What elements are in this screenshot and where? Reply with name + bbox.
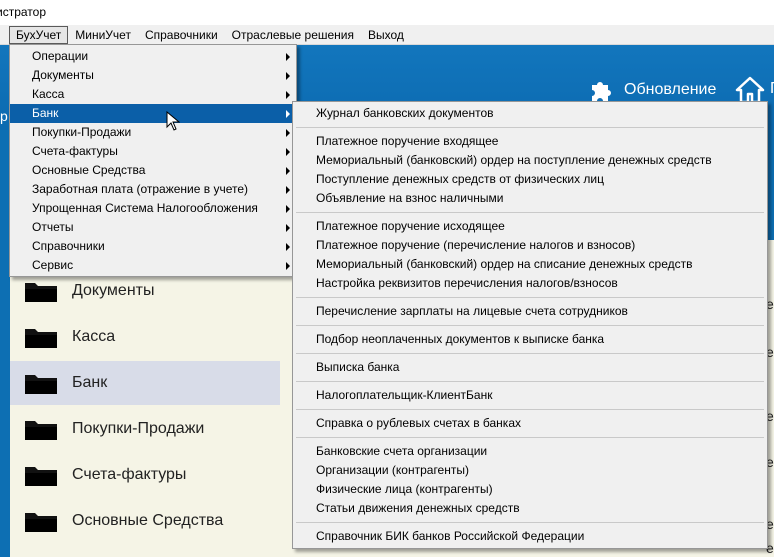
dd-item-label: Документы: [32, 68, 94, 82]
folder-icon: [25, 513, 57, 532]
submenu-arrow-icon: [286, 186, 290, 194]
nav-item-label: Документы: [72, 282, 155, 299]
dd-item-label: Упрощенная Система Налогообложения: [32, 201, 258, 215]
nav-item-kassa[interactable]: Касса: [10, 315, 280, 359]
submenu-item-postuplenie-fiz[interactable]: Поступление денежных средств от физическ…: [293, 170, 767, 189]
dd-item-label: Касса: [32, 87, 65, 101]
submenu-separator: [293, 293, 767, 302]
nav-item-pokupki-prodazhi[interactable]: Покупки-Продажи: [10, 407, 280, 451]
dd-item-label: Основные Средства: [32, 163, 146, 177]
submenu-separator: [293, 321, 767, 330]
submenu-arrow-icon: [286, 205, 290, 213]
dd-item-label: Заработная плата (отражение в учете): [32, 182, 249, 196]
dd-item-label: Сервис: [32, 258, 74, 272]
menu-miniuchet[interactable]: МиниУчет: [68, 26, 138, 44]
buhuchet-dropdown-menu: Операции Документы Касса Банк Покупки-Пр…: [9, 44, 297, 277]
submenu-item-pp-ishodyaschee[interactable]: Платежное поручение исходящее: [293, 217, 767, 236]
submenu-arrow-icon: [286, 243, 290, 251]
menu-otraslevye-resheniya[interactable]: Отраслевые решения: [225, 26, 361, 44]
nav-item-label: Покупки-Продажи: [72, 420, 205, 437]
submenu-separator: [293, 405, 767, 414]
window-title: истратор: [0, 5, 46, 19]
folder-icon: [25, 283, 57, 302]
submenu-separator: [293, 349, 767, 358]
submenu-item-zarplata[interactable]: Перечисление зарплаты на лицевые счета с…: [293, 302, 767, 321]
submenu-arrow-icon: [286, 53, 290, 61]
dd-item-osnovnye-sredstva[interactable]: Основные Средства: [10, 161, 296, 180]
submenu-arrow-icon: [286, 224, 290, 232]
submenu-item-vypiska[interactable]: Выписка банка: [293, 358, 767, 377]
submenu-item-pp-vhodyaschee[interactable]: Платежное поручение входящее: [293, 132, 767, 151]
submenu-separator: [293, 208, 767, 217]
nav-item-osnovnye-sredstva[interactable]: Основные Средства: [10, 499, 280, 543]
folder-icon: [25, 375, 57, 394]
dd-item-usn[interactable]: Упрощенная Система Налогообложения: [10, 199, 296, 218]
puzzle-icon: [592, 82, 611, 101]
dd-item-pokupki-prodazhi[interactable]: Покупки-Продажи: [10, 123, 296, 142]
dd-item-bank[interactable]: Банк: [10, 104, 296, 123]
dd-item-kassa[interactable]: Касса: [10, 85, 296, 104]
submenu-arrow-icon: [286, 110, 290, 118]
submenu-item-memorial-spisanie[interactable]: Мемориальный (банковский) ордер на списа…: [293, 255, 767, 274]
submenu-item-pp-nalogi[interactable]: Платежное поручение (перечисление налого…: [293, 236, 767, 255]
dd-item-scheta-faktury[interactable]: Счета-фактуры: [10, 142, 296, 161]
header-peek-left: р: [0, 108, 8, 124]
submenu-item-klientbank[interactable]: Налогоплательщик-КлиентБанк: [293, 386, 767, 405]
nav-item-bank[interactable]: Банк: [10, 361, 280, 405]
dd-item-spravochniki[interactable]: Справочники: [10, 237, 296, 256]
dd-item-label: Покупки-Продажи: [32, 125, 132, 139]
submenu-arrow-icon: [286, 148, 290, 156]
submenu-item-podbor[interactable]: Подбор неоплаченных документов к выписке…: [293, 330, 767, 349]
dd-item-dokumenty[interactable]: Документы: [10, 66, 296, 85]
submenu-item-nastroika-rekvizitov[interactable]: Настройка реквизитов перечисления налого…: [293, 274, 767, 293]
submenu-item-stati-dvizheniya[interactable]: Статьи движения денежных средств: [293, 499, 767, 518]
submenu-item-zhurnal[interactable]: Журнал банковских документов: [293, 104, 767, 123]
folder-icon: [25, 421, 57, 440]
submenu-item-bik[interactable]: Справочник БИК банков Российской Федерац…: [293, 527, 767, 546]
submenu-separator: [293, 377, 767, 386]
dd-item-zarplata[interactable]: Заработная плата (отражение в учете): [10, 180, 296, 199]
menu-spravochniki[interactable]: Справочники: [138, 26, 225, 44]
update-label: Обновление: [624, 81, 717, 98]
dd-item-label: Операции: [32, 49, 89, 63]
nav-item-label: Счета-фактуры: [72, 466, 187, 483]
submenu-arrow-icon: [286, 167, 290, 175]
submenu-separator: [293, 433, 767, 442]
dd-item-label: Отчеты: [32, 220, 74, 234]
submenu-separator: [293, 123, 767, 132]
submenu-arrow-icon: [286, 91, 290, 99]
home-icon[interactable]: [735, 76, 765, 104]
dd-item-label: Справочники: [32, 239, 105, 253]
menu-buhuchet[interactable]: БухУчет: [9, 25, 69, 44]
bank-submenu: Журнал банковских документов Платежное п…: [292, 101, 768, 549]
dd-item-otchety[interactable]: Отчеты: [10, 218, 296, 237]
main-menu-bar: БухУчет МиниУчет Справочники Отраслевые …: [0, 25, 774, 45]
submenu-arrow-icon: [286, 129, 290, 137]
folder-icon: [25, 329, 57, 348]
submenu-item-memorial-postuplenie[interactable]: Мемориальный (банковский) ордер на посту…: [293, 151, 767, 170]
window-title-bar: истратор: [0, 0, 774, 25]
submenu-arrow-icon: [286, 72, 290, 80]
submenu-item-bank-scheta[interactable]: Банковские счета организации: [293, 442, 767, 461]
submenu-separator: [293, 518, 767, 527]
dd-item-operacii[interactable]: Операции: [10, 47, 296, 66]
submenu-arrow-icon: [286, 262, 290, 270]
submenu-item-organizacii[interactable]: Организации (контрагенты): [293, 461, 767, 480]
menu-vyhod[interactable]: Выход: [361, 26, 411, 44]
nav-item-label: Банк: [72, 374, 108, 391]
folder-icon: [25, 467, 57, 486]
submenu-item-fiz-lica[interactable]: Физические лица (контрагенты): [293, 480, 767, 499]
submenu-item-spravka[interactable]: Справка о рублевых счетах в банках: [293, 414, 767, 433]
nav-item-label: Основные Средства: [72, 512, 224, 529]
submenu-item-obyavlenie[interactable]: Объявление на взнос наличными: [293, 189, 767, 208]
nav-item-scheta-faktury[interactable]: Счета-фактуры: [10, 453, 280, 497]
update-button[interactable]: Обновление: [588, 76, 716, 104]
mouse-cursor-icon: [166, 111, 180, 131]
dd-item-label: Банк: [32, 106, 59, 120]
dd-item-label: Счета-фактуры: [32, 144, 118, 158]
dd-item-servis[interactable]: Сервис: [10, 256, 296, 275]
nav-item-label: Касса: [72, 328, 116, 345]
header-peek-right: Г: [770, 80, 774, 98]
